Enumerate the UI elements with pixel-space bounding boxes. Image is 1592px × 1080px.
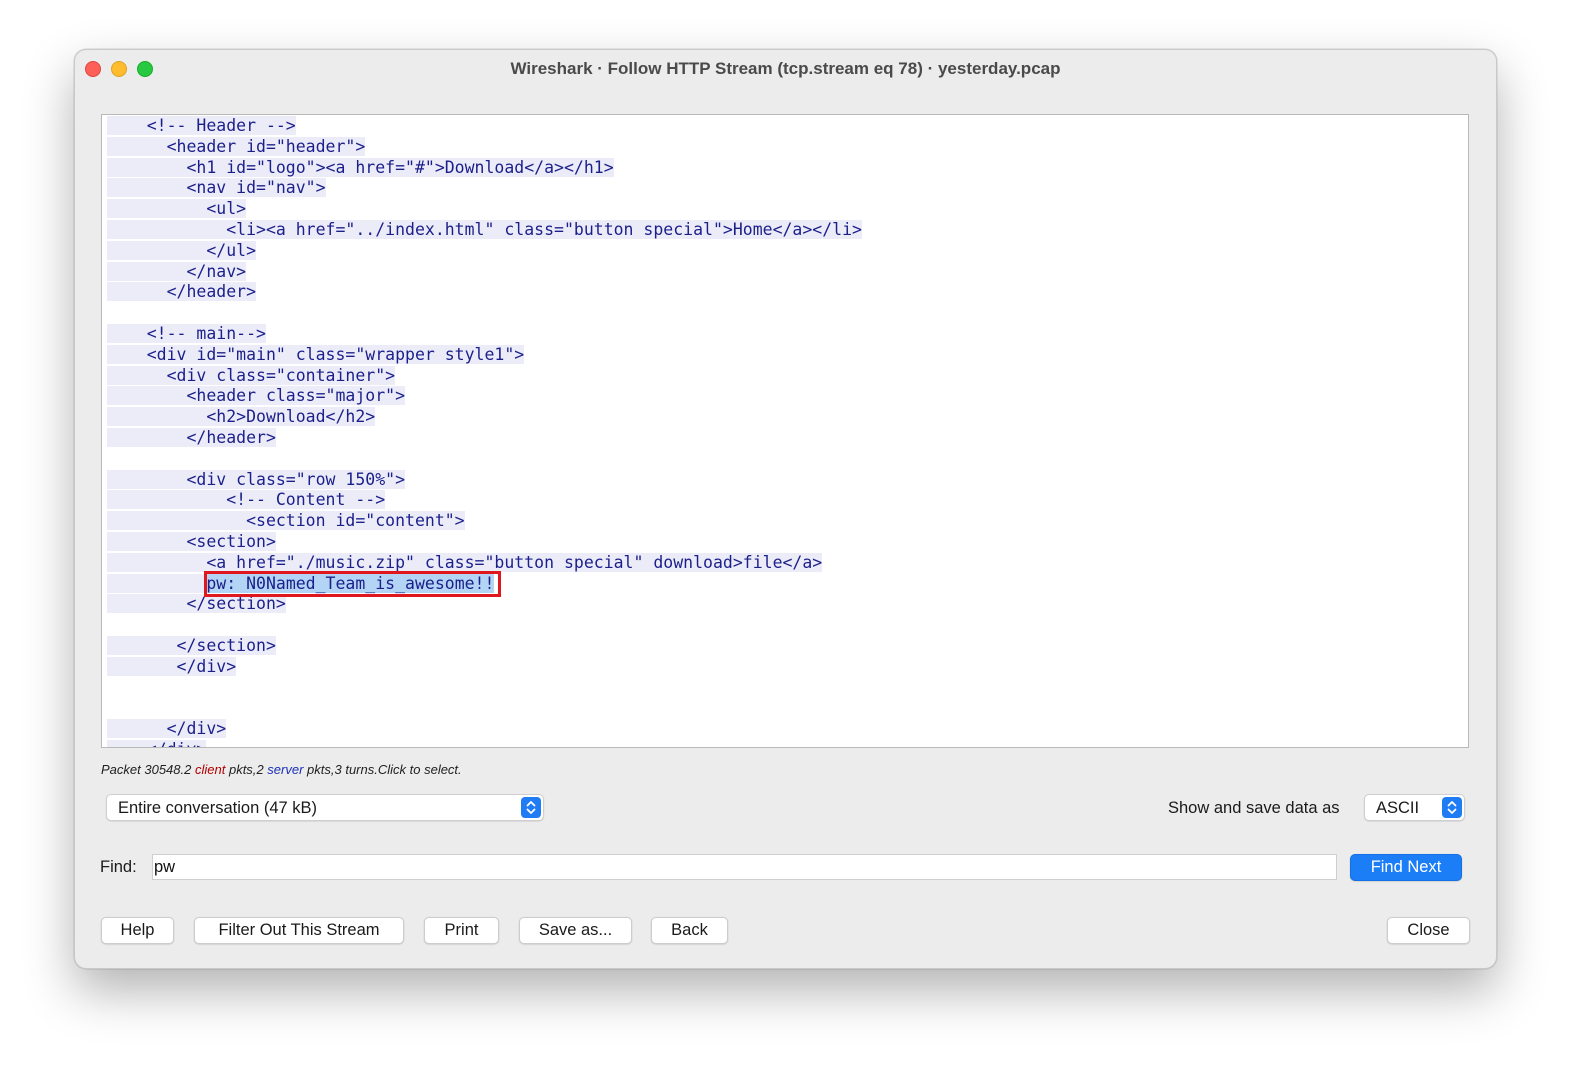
stream-line[interactable]: <div class="row 150%"> <box>107 469 406 490</box>
stream-line-text: <header id="header"> <box>107 136 366 156</box>
stream-line[interactable]: <h1 id="logo"><a href="#">Download</a></… <box>107 157 614 178</box>
stream-line-text: </div> <box>107 740 207 747</box>
stream-line[interactable]: <h2>Download</h2> <box>107 406 376 427</box>
stream-line-text: <a href="./music.zip" class="button spec… <box>107 552 823 572</box>
stream-line-text: <section> <box>107 532 276 551</box>
conversation-select[interactable]: Entire conversation (47 kB) <box>106 794 544 821</box>
stream-line-text: <h1 id="logo"><a href="#">Download</a></… <box>107 157 614 177</box>
client-pkt-count: 2 <box>184 762 192 777</box>
title-bar[interactable]: Wireshark · Follow HTTP Stream (tcp.stre… <box>75 50 1496 87</box>
stream-line[interactable]: </header> <box>107 281 257 302</box>
stream-line[interactable]: <div id="main" class="wrapper style1"> <box>107 344 525 365</box>
stream-content-pane[interactable]: <!-- Header --> <header id="header"> <h1… <box>101 114 1469 748</box>
stream-line[interactable]: </nav> <box>107 261 247 282</box>
stream-line[interactable]: <!-- Header --> <box>107 115 296 136</box>
filter-out-stream-button[interactable]: Filter Out This Stream <box>194 917 404 944</box>
stream-line-text: <!-- main--> <box>107 324 266 343</box>
stream-line-text: </nav> <box>107 261 247 281</box>
stream-line[interactable]: <!-- Content --> <box>107 489 386 510</box>
stream-line[interactable]: <nav id="nav"> <box>107 177 326 198</box>
stream-line-text: <div class="row 150%"> <box>107 469 406 489</box>
data-format-select[interactable]: ASCII <box>1364 794 1465 821</box>
stream-line[interactable]: <header class="major"> <box>107 385 406 406</box>
stream-line[interactable]: </header> <box>107 427 276 448</box>
password-highlight-box <box>204 570 501 597</box>
close-button[interactable]: Close <box>1387 917 1470 944</box>
stream-line-text: <nav id="nav"> <box>107 178 326 198</box>
server-pkt-count: 2 <box>256 762 264 777</box>
conversation-select-value: Entire conversation (47 kB) <box>118 799 318 817</box>
stream-line[interactable]: </div> <box>107 656 237 677</box>
stream-line-text: <ul> <box>107 199 247 219</box>
save-as-button[interactable]: Save as... <box>519 917 632 944</box>
find-label: Find: <box>100 858 137 876</box>
stream-line-text: </div> <box>107 656 237 676</box>
back-button[interactable]: Back <box>651 917 728 944</box>
data-format-value: ASCII <box>1376 799 1420 817</box>
find-input[interactable]: pw <box>152 854 1337 880</box>
stream-line[interactable]: <div class="container"> <box>107 365 396 386</box>
select-chevron-icon <box>1442 797 1462 818</box>
status-packet-label: Packet 30548. <box>101 762 185 777</box>
stream-line[interactable]: <section> <box>107 531 276 552</box>
stream-line-text: </ul> <box>107 240 257 260</box>
status-turns-label: pkts,3 turns.Click to select. <box>307 762 462 777</box>
stream-line[interactable]: <section id="content"> <box>107 510 465 531</box>
stream-line[interactable]: <li><a href="../index.html" class="butto… <box>107 219 862 240</box>
stream-line[interactable]: <!-- main--> <box>107 323 266 344</box>
stream-line-text: <!-- Content --> <box>107 490 386 510</box>
stream-line-text: </header> <box>107 428 276 447</box>
stream-line-text: <section id="content"> <box>107 511 465 531</box>
stream-line-text: <header class="major"> <box>107 386 406 406</box>
follow-stream-window: Wireshark · Follow HTTP Stream (tcp.stre… <box>74 49 1497 969</box>
server-label: server <box>267 762 304 777</box>
stream-line-text: </section> <box>107 594 286 614</box>
stream-line-text: </section> <box>107 636 276 655</box>
stream-line-indent <box>107 573 207 593</box>
stream-line[interactable]: </div> <box>107 739 207 747</box>
select-chevron-icon <box>521 797 541 818</box>
stream-line-text: <div id="main" class="wrapper style1"> <box>107 344 525 364</box>
status-pkts-label: pkts, <box>228 762 257 777</box>
print-button[interactable]: Print <box>424 917 499 944</box>
help-button[interactable]: Help <box>101 917 174 944</box>
window-title: Wireshark · Follow HTTP Stream (tcp.stre… <box>510 59 1061 78</box>
stream-line-text: <li><a href="../index.html" class="butto… <box>107 220 862 239</box>
packet-status: Packet 30548.2 client pkts,2 server pkts… <box>101 762 462 777</box>
stream-line-text: <h2>Download</h2> <box>107 407 376 427</box>
stream-line[interactable]: </div> <box>107 718 227 739</box>
stream-line-text: <!-- Header --> <box>107 116 296 135</box>
stream-line[interactable]: <ul> <box>107 198 247 219</box>
stream-line[interactable]: </section> <box>107 635 276 656</box>
show-save-label: Show and save data as <box>1168 799 1340 817</box>
stream-line-text: </header> <box>107 282 257 302</box>
client-label: client <box>194 762 226 777</box>
stream-line-text: <div class="container"> <box>107 365 396 385</box>
find-next-button[interactable]: Find Next <box>1350 854 1462 881</box>
stream-line-text: </div> <box>107 719 227 739</box>
stream-line[interactable]: <header id="header"> <box>107 136 366 157</box>
stream-line[interactable]: </ul> <box>107 240 257 261</box>
